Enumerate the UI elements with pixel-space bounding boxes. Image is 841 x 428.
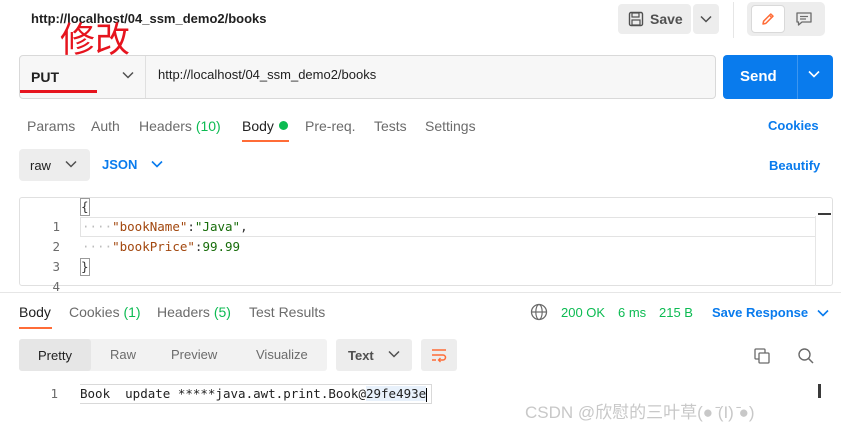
method-label: PUT [31,69,59,85]
response-tab-cookies[interactable]: Cookies (1) [69,304,141,320]
tab-body[interactable]: Body [242,118,274,134]
section-divider [0,292,841,293]
response-time[interactable]: 6 ms [618,305,646,320]
json-colon: : [187,219,195,234]
send-dropdown-chevron-icon[interactable] [808,70,820,78]
tab-tests[interactable]: Tests [374,118,407,134]
save-label: Save [650,11,683,27]
response-tab-headers-label: Headers [157,304,210,320]
editor-scrollbar[interactable] [815,216,816,286]
response-tab-body[interactable]: Body [19,304,51,320]
response-tab-body-underline [19,327,52,329]
json-key: "bookName" [112,219,188,234]
response-text-prefix: Book update *****java.awt.print.Book@ [80,386,366,401]
code-line: 2 [20,217,60,254]
documentation-mode-button[interactable] [787,5,821,33]
beautify-link[interactable]: Beautify [769,158,820,173]
chevron-down-icon [388,350,400,358]
url-input[interactable]: http://localhost/04_ssm_demo2/books [158,67,376,82]
text-cursor [426,387,428,402]
tab-prereq[interactable]: Pre-req. [305,118,356,134]
line-number: 4 [52,279,60,294]
wrap-lines-icon [432,349,447,363]
code-line: 3 [20,237,60,274]
save-dropdown-button[interactable] [693,4,719,34]
send-divider [797,55,798,99]
globe-icon[interactable] [530,303,548,321]
code-line-content: } [80,257,90,277]
json-comma: , [240,219,248,234]
chevron-down-icon [700,15,712,23]
response-line-number: 1 [50,386,58,401]
chevron-down-icon[interactable] [817,309,829,317]
url-separator [145,56,146,98]
status-code[interactable]: 200 OK [561,305,605,320]
view-pretty[interactable]: Pretty [19,339,91,371]
response-tab-headers-count: (5) [213,304,231,320]
response-body-text[interactable]: Book update *****java.awt.print.Book@29f… [80,384,433,404]
tab-params[interactable]: Params [27,118,75,134]
chevron-down-icon [65,160,77,168]
pencil-icon [762,13,774,25]
copy-icon[interactable] [753,347,771,365]
response-format-select[interactable]: Text [336,339,412,371]
save-response-button[interactable]: Save Response [712,305,808,320]
annotation-underline [20,90,97,93]
view-raw[interactable]: Raw [110,347,136,362]
response-text-highlight: 29fe493e [365,386,427,401]
send-label: Send [740,68,777,85]
edit-mode-button[interactable] [751,5,785,33]
chevron-down-icon [122,71,134,79]
language-select[interactable]: JSON [102,157,137,172]
code-line-content: ····"bookPrice":99.99 [82,237,240,257]
chevron-down-icon [151,160,163,168]
tab-auth[interactable]: Auth [91,118,120,134]
body-status-dot [279,121,288,130]
save-icon [628,11,644,27]
tab-body-underline [242,140,289,142]
response-format-label: Text [348,347,374,363]
view-preview[interactable]: Preview [171,347,217,362]
code-line: 1 [20,197,60,234]
open-brace: { [80,198,90,216]
response-tab-headers[interactable]: Headers (5) [157,304,231,320]
code-line-content: ····"bookName":"Java", [82,217,248,237]
tab-headers[interactable]: Headers (10) [139,118,221,134]
search-icon[interactable] [797,347,815,365]
cookies-link[interactable]: Cookies [768,118,819,133]
response-tab-cookies-label: Cookies [69,304,120,320]
json-key: "bookPrice" [112,239,195,254]
editor-scrollbar-marker [818,213,831,215]
response-tab-test-results[interactable]: Test Results [249,304,325,320]
response-tab-cookies-count: (1) [123,304,141,320]
response-size[interactable]: 215 B [659,305,693,320]
annotation-label: 修改 [60,21,131,61]
tab-headers-count: (10) [195,118,221,134]
code-line: 4 [20,257,60,294]
tab-settings[interactable]: Settings [425,118,476,134]
json-value: 99.99 [202,239,241,254]
indent-guide: ···· [82,239,113,254]
body-mode-label: raw [30,157,51,173]
comment-icon [796,12,812,26]
view-visualize[interactable]: Visualize [256,347,308,362]
header-divider [733,2,734,38]
watermark: CSDN @欣慰的三叶草(● ̄(I) ̄●) [525,403,755,422]
response-scrollbar-marker [818,384,831,398]
indent-guide: ···· [82,219,113,234]
close-brace: } [80,258,90,276]
json-value: "Java" [194,219,241,234]
tab-headers-label: Headers [139,118,192,134]
save-button[interactable]: Save [618,4,691,34]
wrap-lines-button[interactable] [421,339,457,371]
body-mode-select[interactable]: raw [19,149,90,181]
code-line-content: { [80,197,90,217]
